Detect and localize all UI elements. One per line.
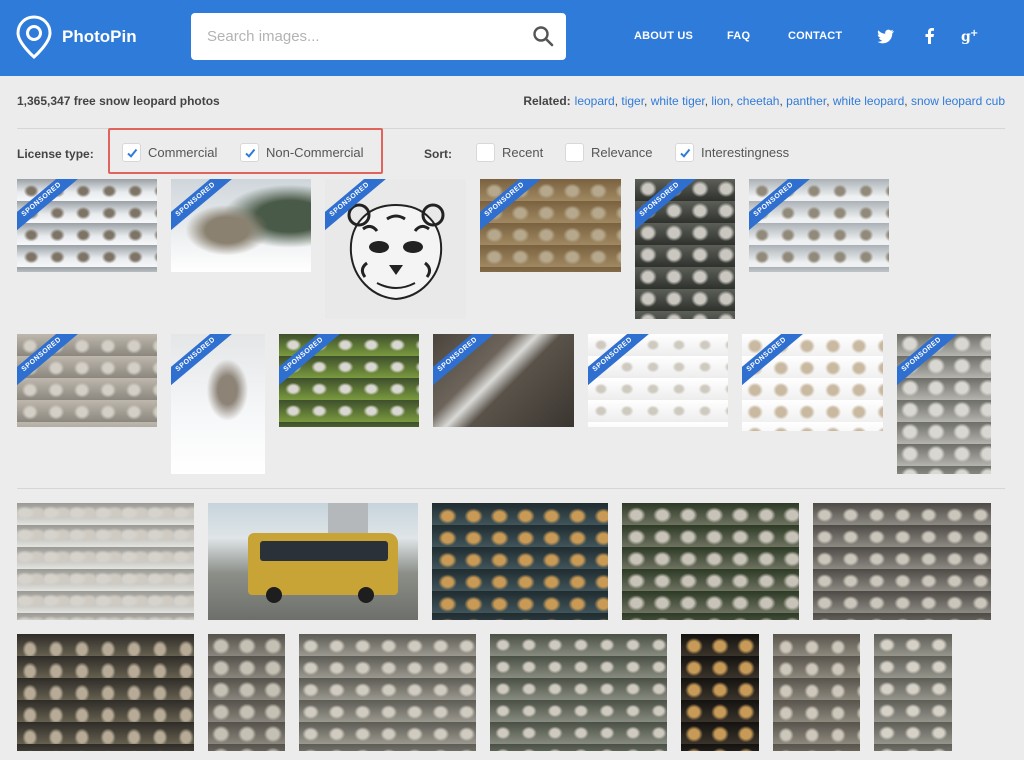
- non-commercial-checkbox[interactable]: Non-Commercial: [240, 143, 364, 162]
- photo-image: [681, 634, 759, 751]
- sort-recent-checkbox[interactable]: Recent: [476, 143, 543, 162]
- photo-thumbnail[interactable]: SPONSORED: [588, 334, 728, 427]
- photo-image: [17, 634, 194, 751]
- photo-thumbnail[interactable]: SPONSORED: [635, 179, 735, 319]
- photo-image: [813, 503, 991, 620]
- photo-thumbnail[interactable]: SPONSORED: [433, 334, 574, 427]
- photo-image: [622, 503, 799, 620]
- photo-image: [432, 503, 608, 620]
- photo-thumbnail[interactable]: SPONSORED: [749, 179, 889, 272]
- photo-image: [299, 634, 476, 751]
- photo-thumbnail[interactable]: [17, 503, 194, 620]
- related-link[interactable]: lion: [711, 94, 730, 108]
- sort-interestingness-checkbox[interactable]: Interestingness: [675, 143, 789, 162]
- search-box: [191, 13, 566, 60]
- search-icon[interactable]: [532, 25, 554, 47]
- photo-thumbnail[interactable]: [208, 503, 418, 620]
- nav-faq[interactable]: FAQ: [727, 30, 750, 42]
- photo-thumbnail[interactable]: SPONSORED: [480, 179, 621, 272]
- photo-image: [490, 634, 667, 751]
- search-input[interactable]: [207, 13, 527, 60]
- nav-about-us[interactable]: ABOUT US: [634, 30, 693, 42]
- photo-thumbnail[interactable]: [622, 503, 799, 620]
- sort-relevance-checkbox[interactable]: Relevance: [565, 143, 652, 162]
- bus-wheel: [358, 587, 374, 603]
- photo-thumbnail[interactable]: SPONSORED: [279, 334, 419, 427]
- license-type-label: License type:: [17, 147, 94, 161]
- photo-thumbnail[interactable]: [299, 634, 476, 751]
- related-tags: Related: leopard, tiger, white tiger, lio…: [523, 94, 1005, 108]
- photo-thumbnail[interactable]: SPONSORED: [897, 334, 991, 474]
- site-header: PhotoPin ABOUT US FAQ CONTACT g +: [0, 0, 1024, 76]
- photo-thumbnail[interactable]: SPONSORED: [17, 334, 157, 427]
- google-plus-icon[interactable]: g +: [960, 26, 980, 46]
- leopard-illustration-icon: [347, 203, 445, 301]
- commercial-checkbox[interactable]: Commercial: [122, 143, 217, 162]
- divider: [17, 488, 1005, 489]
- brand-name: PhotoPin: [62, 27, 137, 46]
- photo-thumbnail[interactable]: [681, 634, 759, 751]
- photo-thumbnail[interactable]: SPONSORED: [171, 179, 311, 272]
- check-icon: [245, 148, 256, 158]
- related-link[interactable]: cheetah: [737, 94, 780, 108]
- photo-thumbnail[interactable]: SPONSORED: [17, 179, 157, 272]
- checkbox-box[interactable]: [565, 143, 584, 162]
- related-link[interactable]: white leopard: [833, 94, 904, 108]
- photo-thumbnail[interactable]: [208, 634, 285, 751]
- checkbox-box[interactable]: [240, 143, 259, 162]
- checkbox-label: Interestingness: [701, 145, 790, 160]
- bus-wheel: [266, 587, 282, 603]
- related-link[interactable]: leopard: [575, 94, 615, 108]
- check-icon: [127, 148, 138, 158]
- building-shape: [328, 503, 368, 533]
- checkbox-label: Relevance: [591, 145, 653, 160]
- map-pin-icon: [16, 15, 52, 59]
- photo-thumbnail[interactable]: [432, 503, 608, 620]
- checkbox-label: Recent: [502, 145, 544, 160]
- related-link[interactable]: snow leopard cub: [911, 94, 1005, 108]
- photo-thumbnail[interactable]: [17, 634, 194, 751]
- photo-thumbnail[interactable]: [813, 503, 991, 620]
- related-label: Related:: [523, 94, 571, 108]
- photo-thumbnail[interactable]: SPONSORED: [171, 334, 265, 474]
- checkbox-label: Non-Commercial: [266, 145, 364, 160]
- result-count: 1,365,347 free snow leopard photos: [17, 94, 220, 108]
- twitter-icon[interactable]: [876, 26, 896, 46]
- related-link[interactable]: tiger: [621, 94, 644, 108]
- checkbox-label: Commercial: [148, 145, 218, 160]
- logo[interactable]: PhotoPin: [16, 15, 137, 59]
- checkbox-box[interactable]: [476, 143, 495, 162]
- sort-label: Sort:: [424, 147, 452, 161]
- bus-windows: [260, 541, 388, 561]
- photo-thumbnail[interactable]: [773, 634, 860, 751]
- photo-thumbnail[interactable]: [490, 634, 667, 751]
- photo-image: [874, 634, 952, 751]
- svg-text:+: +: [970, 28, 978, 39]
- related-link[interactable]: white tiger: [651, 94, 705, 108]
- photo-image: [17, 503, 194, 620]
- photo-thumbnail[interactable]: SPONSORED: [742, 334, 883, 431]
- photo-thumbnail[interactable]: [874, 634, 952, 751]
- related-link[interactable]: panther: [786, 94, 826, 108]
- nav-contact[interactable]: CONTACT: [788, 30, 842, 42]
- photo-thumbnail[interactable]: SPONSORED: [325, 179, 466, 319]
- photo-image: [208, 634, 285, 751]
- checkbox-box[interactable]: [675, 143, 694, 162]
- facebook-icon[interactable]: [920, 26, 940, 46]
- photo-image: [773, 634, 860, 751]
- checkbox-box[interactable]: [122, 143, 141, 162]
- check-icon: [680, 148, 691, 158]
